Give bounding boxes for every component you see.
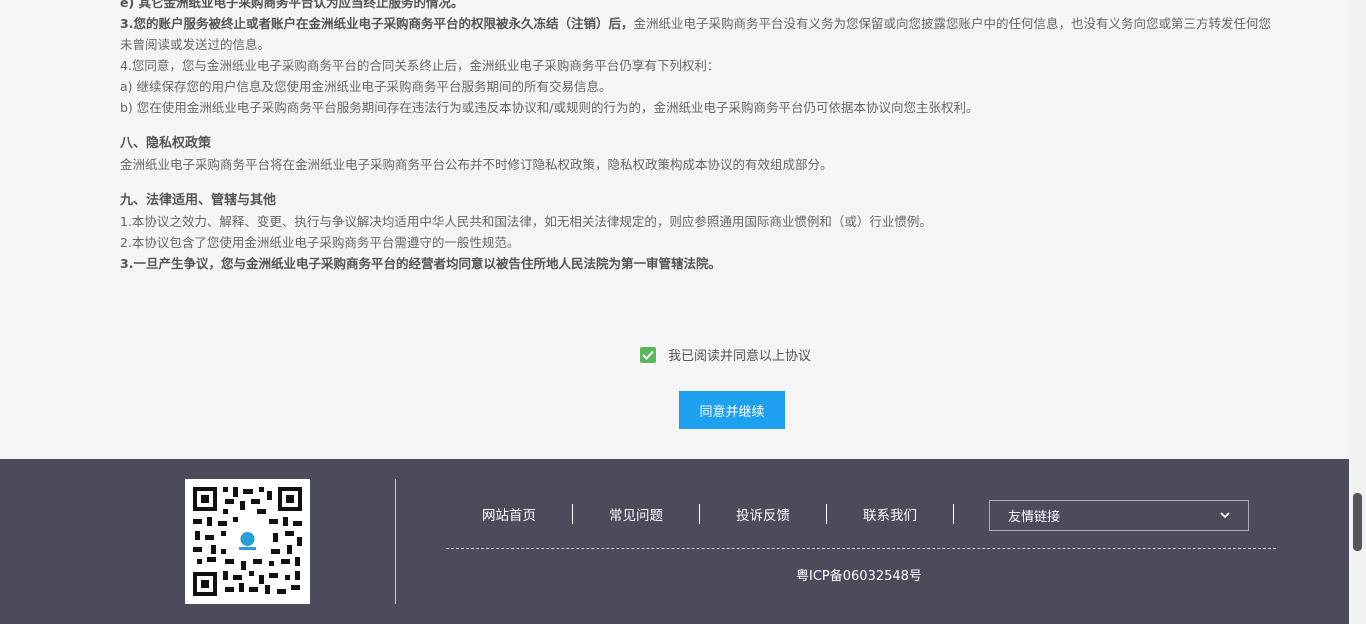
footer-divider — [395, 479, 396, 604]
agreement-content: e) 其它金洲纸业电子采购商务平台认为应当终止服务的情况。 3.您的账户服务被终… — [120, 0, 1350, 274]
page-scrollbar[interactable] — [1349, 0, 1366, 624]
friend-links-value: 友情链接 — [1008, 510, 1061, 525]
footer-link-faq[interactable]: 常见问题 — [573, 504, 699, 524]
footer-link-feedback[interactable]: 投诉反馈 — [700, 504, 826, 524]
agreement-line-bold: 3.您的账户服务被终止或者账户在金洲纸业电子采购商务平台的权限被永久冻结（注销）… — [120, 16, 634, 31]
agreement-line: e) 其它金洲纸业电子采购商务平台认为应当终止服务的情况。 — [120, 0, 1350, 13]
law-clause-3: 3.一旦产生争议，您与金洲纸业电子采购商务平台的经营者均同意以被告住所地人民法院… — [120, 256, 721, 271]
wechat-qr-code — [185, 479, 310, 604]
law-clause-1: 1.本协议之效力、解释、变更、执行与争议解决均适用中华人民共和国法律，如无相关法… — [120, 214, 932, 229]
law-section-title: 九、法律适用、管辖与其他 — [120, 193, 277, 208]
agree-row: 我已阅读并同意以上协议 — [640, 345, 811, 364]
footer-link-home[interactable]: 网站首页 — [446, 504, 572, 524]
agree-label[interactable]: 我已阅读并同意以上协议 — [668, 345, 811, 364]
footer-dashed-divider — [446, 548, 1276, 549]
agreement-line: b) 您在使用金洲纸业电子采购商务平台服务期间存在违法行为或违反本协议和/或规则… — [120, 100, 979, 115]
agreement-line: a) 继续保存您的用户信息及您使用金洲纸业电子采购商务平台服务期间的所有交易信息… — [120, 79, 612, 94]
law-clause-2: 2.本协议包含了您使用金洲纸业电子采购商务平台需遵守的一般性规范。 — [120, 235, 520, 250]
agreement-line-text: 金洲纸业电子采购商务平台没有义务为您保留或向您披露您账户中的任何信息，也没有义务… — [633, 16, 1271, 31]
footer: 网站首页 常见问题 投诉反馈 联系我们 友情链接 粤ICP备06032548号 — [0, 459, 1349, 624]
qr-code-icon — [185, 479, 310, 604]
footer-nav: 网站首页 常见问题 投诉反馈 联系我们 — [446, 503, 954, 525]
agree-checkbox[interactable] — [640, 346, 656, 363]
chevron-down-icon — [1220, 512, 1230, 519]
checkmark-icon — [642, 350, 654, 360]
agreement-line: 4.您同意，您与金洲纸业电子采购商务平台的合同关系终止后，金洲纸业电子采购商务平… — [120, 58, 720, 73]
agreement-line: 未曾阅读或发送过的信息。 — [120, 37, 271, 52]
footer-link-contact[interactable]: 联系我们 — [827, 504, 953, 524]
agreement-line-text: e) 其它金洲纸业电子采购商务平台认为应当终止服务的情况。 — [120, 0, 464, 10]
icp-record: 粤ICP备06032548号 — [446, 565, 1366, 584]
agreement-line: 3.您的账户服务被终止或者账户在金洲纸业电子采购商务平台的权限被永久冻结（注销）… — [120, 13, 1350, 34]
scrollbar-thumb[interactable] — [1353, 493, 1362, 551]
nav-separator — [953, 504, 954, 524]
privacy-section-title: 八、隐私权政策 — [120, 136, 212, 151]
icp-text: 粤ICP备06032548号 — [796, 569, 922, 584]
agree-continue-button[interactable]: 同意并继续 — [679, 391, 785, 429]
friend-links-select[interactable]: 友情链接 — [989, 500, 1249, 531]
privacy-section-text: 金洲纸业电子采购商务平台将在金洲纸业电子采购商务平台公布并不时修订隐私权政策，隐… — [120, 157, 833, 172]
